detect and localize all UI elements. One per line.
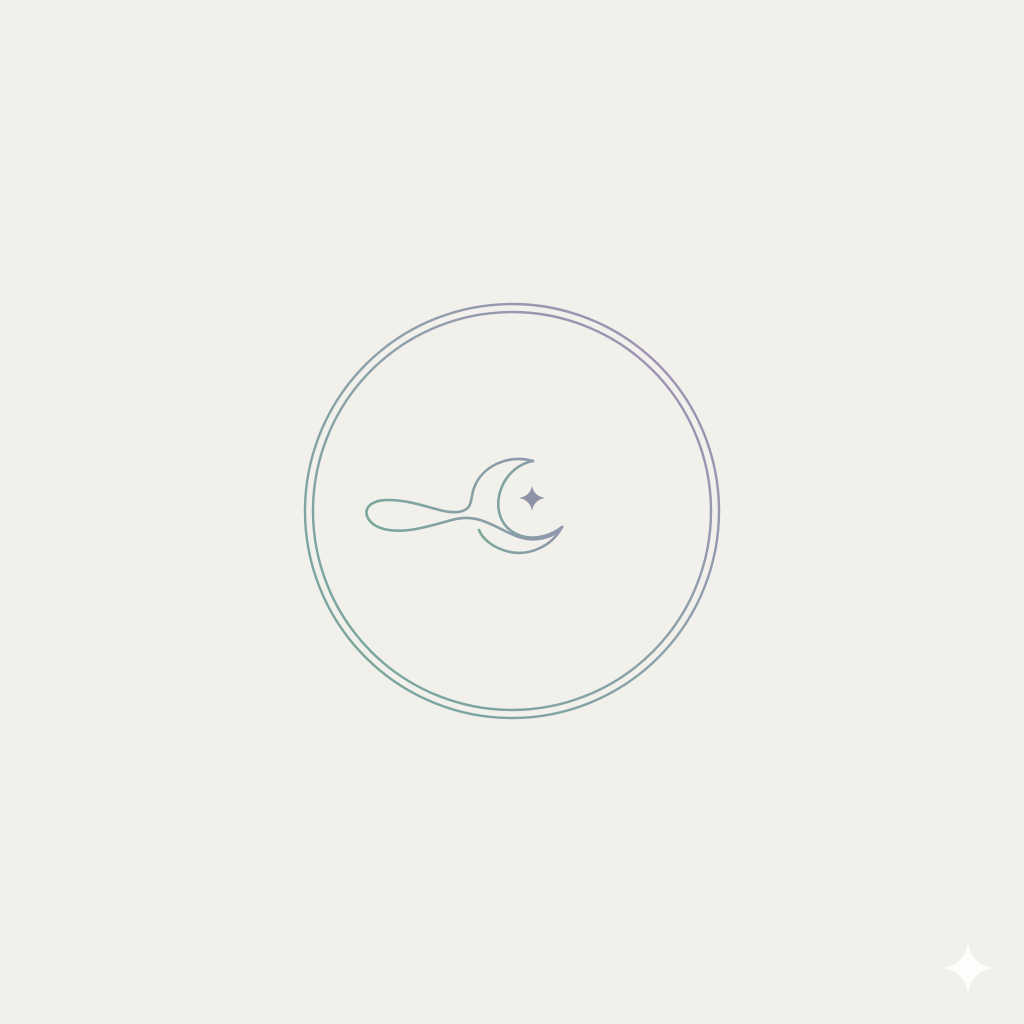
emblem — [303, 302, 721, 720]
canvas — [0, 0, 1024, 1024]
sparkle-icon — [942, 942, 994, 994]
four-point-star — [519, 486, 545, 511]
crescent-moon — [477, 459, 564, 555]
inner-ring — [311, 310, 713, 712]
